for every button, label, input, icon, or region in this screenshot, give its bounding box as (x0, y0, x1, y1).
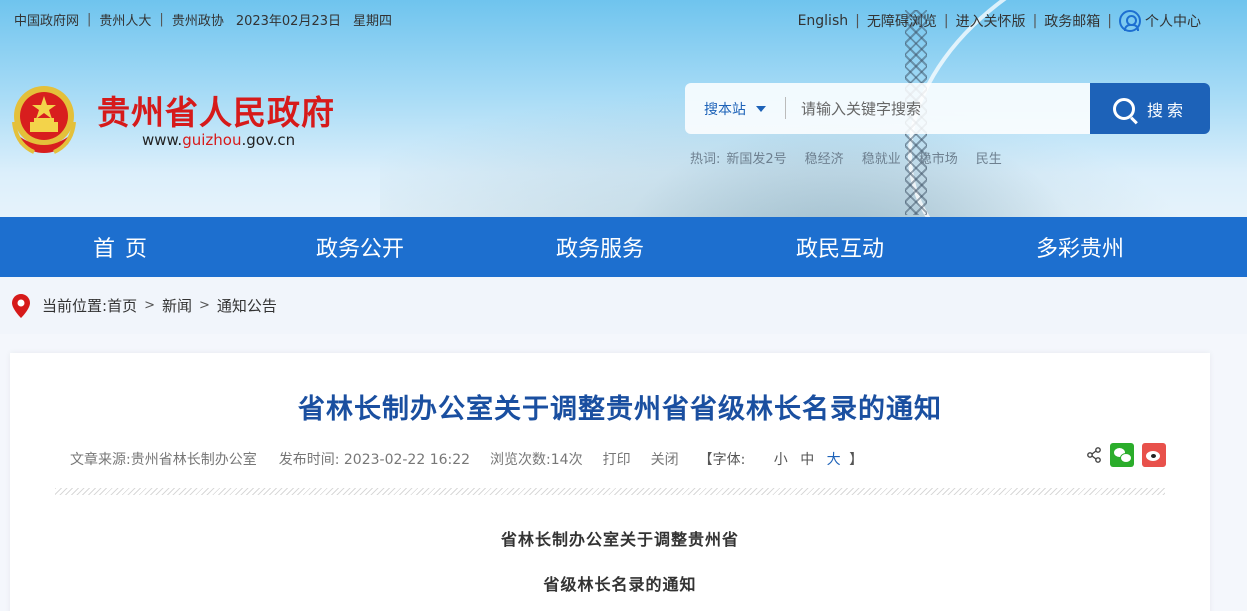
body-title-line2: 省级林长名录的通知 (543, 575, 697, 594)
breadcrumb: 当前位置: 首页 > 新闻 > 通知公告 (0, 277, 1247, 334)
national-emblem-icon (12, 86, 76, 154)
nav-item-colorful-guizhou[interactable]: 多彩贵州 (960, 217, 1200, 277)
breadcrumb-separator: > (144, 298, 155, 313)
hot-words: 热词: 新国发2号 稳经济 稳就业 稳市场 民生 (690, 148, 1020, 167)
breadcrumb-notices[interactable]: 通知公告 (217, 295, 277, 316)
print-button[interactable]: 打印 (603, 449, 631, 469)
article-source: 文章来源:贵州省林长制办公室 (70, 452, 257, 468)
accessibility-link[interactable]: 无障碍浏览 (867, 11, 937, 31)
font-size-large[interactable]: 大 (827, 452, 841, 468)
separator: | (1032, 13, 1038, 29)
link-gov-china[interactable]: 中国政府网 (14, 10, 79, 29)
site-url-suffix: .gov.cn (241, 131, 296, 149)
current-date: 2023年02月23日 (235, 14, 341, 29)
top-links-right: English | 无障碍浏览 | 进入关怀版 | 政务邮箱 | 个人中心 (798, 10, 1201, 32)
wechat-share-icon[interactable] (1110, 443, 1134, 467)
body-title-line1: 省林长制办公室关于调整贵州省 (500, 530, 739, 549)
search-button-label: 搜索 (1146, 100, 1187, 120)
article-title: 省林长制办公室关于调整贵州省省级林长名录的通知 (298, 394, 942, 425)
article-publish-time: 发布时间: 2023-02-22 16:22 (278, 452, 471, 468)
user-icon[interactable] (1119, 10, 1141, 32)
hot-word[interactable]: 稳市场 (919, 148, 958, 167)
site-url: www.guizhou.gov.cn (142, 131, 295, 149)
breadcrumb-home[interactable]: 首页 (107, 295, 137, 316)
breadcrumb-separator: > (199, 298, 210, 313)
hot-word[interactable]: 新国发2号 (726, 148, 786, 167)
header-banner: 中国政府网 | 贵州人大 | 贵州政协 2023年02月23日 星期四 Engl… (0, 0, 1247, 217)
separator: | (943, 13, 949, 29)
search-button[interactable]: 搜索 (1090, 83, 1210, 134)
separator: | (159, 12, 164, 27)
separator: | (1107, 13, 1112, 29)
location-pin-icon (12, 293, 30, 318)
search-field-wrap (785, 83, 1090, 134)
breadcrumb-label: 当前位置: (42, 297, 108, 315)
search-input[interactable] (785, 83, 1090, 134)
font-size-control: 【字体: 小 中 大 】 (699, 449, 884, 469)
font-size-medium[interactable]: 中 (800, 452, 814, 468)
separator: | (855, 13, 860, 29)
personal-center-link[interactable]: 个人中心 (1145, 11, 1201, 31)
share-icon[interactable] (1086, 447, 1102, 463)
top-links-left: 中国政府网 | 贵州人大 | 贵州政协 2023年02月23日 星期四 (14, 10, 392, 29)
hot-word[interactable]: 稳就业 (862, 148, 901, 167)
link-gz-npc[interactable]: 贵州人大 (99, 10, 151, 29)
article-views: 浏览次数:14次 (490, 452, 583, 468)
font-size-small[interactable]: 小 (774, 452, 788, 468)
separator: | (87, 12, 92, 27)
site-url-highlight: guizhou (182, 131, 242, 149)
search-icon (1112, 97, 1135, 120)
site-url-prefix: www. (142, 131, 183, 149)
article-panel: 省林长制办公室关于调整贵州省省级林长名录的通知 文章来源:贵州省林长制办公室 发… (10, 353, 1210, 611)
title-divider (55, 488, 1165, 495)
hot-word[interactable]: 民生 (976, 148, 1002, 167)
hot-word[interactable]: 稳经济 (805, 148, 844, 167)
nav-item-gov-affairs[interactable]: 政务公开 (240, 217, 480, 277)
site-title[interactable]: 贵州省人民政府 (97, 86, 335, 134)
hot-words-label: 热词: (690, 152, 721, 167)
nav-item-home[interactable]: 首页 (0, 217, 240, 277)
gov-mail-link[interactable]: 政务邮箱 (1044, 11, 1100, 31)
search-bar: 搜本站 搜索 (685, 83, 1210, 134)
font-size-close: 】 (849, 452, 864, 468)
link-gz-cppcc[interactable]: 贵州政协 (172, 10, 224, 29)
nav-item-interaction[interactable]: 政民互动 (720, 217, 960, 277)
chevron-down-icon (756, 105, 766, 112)
main-nav: 首页 政务公开 政务服务 政民互动 多彩贵州 (0, 217, 1247, 277)
article-meta: 文章来源:贵州省林长制办公室 发布时间: 2023-02-22 16:22 浏览… (70, 449, 903, 469)
english-link[interactable]: English (798, 13, 849, 29)
font-size-open: 【字体: (698, 452, 746, 468)
breadcrumb-news[interactable]: 新闻 (162, 295, 192, 316)
share-bar (1086, 443, 1166, 467)
current-weekday: 星期四 (353, 14, 393, 29)
search-scope-label: 搜本站 (704, 101, 746, 118)
weibo-share-icon[interactable] (1142, 443, 1166, 467)
close-button[interactable]: 关闭 (651, 449, 679, 469)
nav-item-gov-services[interactable]: 政务服务 (480, 217, 720, 277)
care-mode-link[interactable]: 进入关怀版 (956, 11, 1026, 31)
search-scope-select[interactable]: 搜本站 (685, 83, 785, 134)
